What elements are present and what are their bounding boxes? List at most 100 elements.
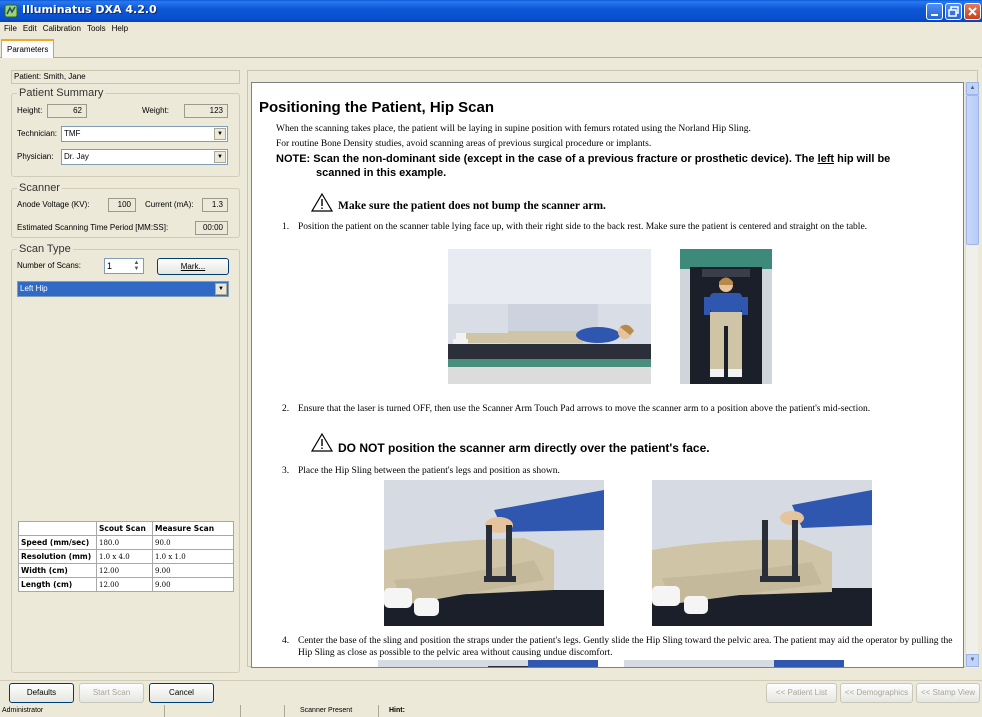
intro-paragraph-2: For routine Bone Density studies, avoid … xyxy=(276,139,652,149)
table-cell[interactable]: 1.0 x 1.0 xyxy=(152,549,234,564)
table-header-row: Scout Scan Measure Scan xyxy=(18,521,234,536)
intro-paragraph-1: When the scanning takes place, the patie… xyxy=(276,124,751,134)
voltage-value: 100 xyxy=(108,198,136,212)
step-4: 4. Center the base of the sling and posi… xyxy=(282,635,963,659)
status-empty-cell xyxy=(165,705,241,717)
num-scans-spinner[interactable]: 1 ▲ ▼ xyxy=(104,258,144,274)
app-icon xyxy=(4,4,18,18)
time-label: Estimated Scanning Time Period [MM:SS]: xyxy=(17,223,169,232)
stamp-view-button[interactable]: << Stamp View xyxy=(916,683,980,703)
table-row: Speed (mm/sec) 180.0 90.0 xyxy=(18,535,234,550)
menu-calibration[interactable]: Calibration xyxy=(40,22,84,35)
scan-type-title: Scan Type xyxy=(19,243,71,255)
status-empty-cell xyxy=(241,705,285,717)
step-3: 3. Place the Hip Sling between the patie… xyxy=(282,465,963,477)
menu-tools[interactable]: Tools xyxy=(84,22,109,35)
warning-icon xyxy=(311,193,333,212)
window-title: Illuminatus DXA 4.2.0 xyxy=(22,3,157,16)
tab-strip: Parameters xyxy=(0,36,982,58)
step-text: Position the patient on the scanner tabl… xyxy=(298,222,868,232)
menu-bar: File Edit Calibration Tools Help xyxy=(0,22,982,36)
menu-file[interactable]: File xyxy=(1,22,20,35)
patient-summary-title: Patient Summary xyxy=(19,87,104,99)
step-number: 4. xyxy=(282,636,290,646)
table-row-label: Width (cm) xyxy=(18,563,97,578)
defaults-button[interactable]: Defaults xyxy=(9,683,74,703)
table-cell[interactable]: 90.0 xyxy=(152,535,234,550)
patient-summary-group: Patient Summary Height: 62 Weight: 123 T… xyxy=(11,87,240,177)
table-row: Length (cm) 12.00 9.00 xyxy=(18,577,234,592)
table-cell[interactable]: 9.00 xyxy=(152,577,234,592)
patient-top-view-photo xyxy=(680,249,772,384)
scroll-down-icon[interactable]: ▼ xyxy=(966,654,979,667)
warning-icon xyxy=(311,433,333,452)
scan-type-select[interactable]: Left Hip ▼ xyxy=(17,281,229,297)
title-bar: Illuminatus DXA 4.2.0 xyxy=(0,0,982,22)
chevron-down-icon[interactable]: ▼ xyxy=(214,151,226,163)
step-number: 3. xyxy=(282,466,290,476)
patient-list-button[interactable]: << Patient List xyxy=(766,683,837,703)
maximize-button[interactable] xyxy=(945,3,962,20)
instructions-viewer[interactable]: Positioning the Patient, Hip Scan When t… xyxy=(251,82,964,668)
height-value: 62 xyxy=(47,104,87,118)
menu-edit[interactable]: Edit xyxy=(20,22,40,35)
scroll-up-icon[interactable]: ▲ xyxy=(966,82,979,95)
note-emphasis: left xyxy=(817,153,835,165)
status-scanner: Scanner Present xyxy=(285,705,379,717)
patient-name: Smith, Jane xyxy=(43,72,86,81)
table-header-cell: Measure Scan xyxy=(152,521,234,536)
table-row-label: Speed (mm/sec) xyxy=(18,535,97,550)
table-cell[interactable]: 1.0 x 4.0 xyxy=(96,549,153,564)
table-cell[interactable]: 12.00 xyxy=(96,563,153,578)
cancel-button[interactable]: Cancel xyxy=(149,683,214,703)
technician-value: TMF xyxy=(64,129,81,138)
note-line-2: scanned in this example. xyxy=(316,167,447,179)
weight-label: Weight: xyxy=(142,106,169,115)
status-bar: Administrator Scanner Present Hint: xyxy=(0,705,982,717)
minimize-button[interactable] xyxy=(926,3,943,20)
step-text: Ensure that the laser is turned OFF, the… xyxy=(298,404,871,414)
table-cell[interactable]: 180.0 xyxy=(96,535,153,550)
note-suffix: hip will be xyxy=(834,153,891,165)
demographics-button[interactable]: << Demographics xyxy=(840,683,913,703)
step-number: 2. xyxy=(282,404,290,414)
spinner-arrows-icon[interactable]: ▲ ▼ xyxy=(131,260,142,272)
current-label: Current (mA): xyxy=(145,200,194,209)
vertical-scrollbar[interactable]: ▲ ▼ xyxy=(965,82,979,668)
step-1: 1. Position the patient on the scanner t… xyxy=(282,221,963,233)
technician-select[interactable]: TMF ▼ xyxy=(61,126,228,142)
physician-select[interactable]: Dr. Jay ▼ xyxy=(61,149,228,165)
patient-label: Patient: xyxy=(14,72,42,81)
chevron-down-icon[interactable]: ▼ xyxy=(215,283,227,295)
close-icon xyxy=(968,7,977,16)
step-2: 2. Ensure that the laser is turned OFF, … xyxy=(282,403,963,415)
parameters-panel: Patient: Smith, Jane Patient Summary Hei… xyxy=(11,70,240,673)
table-cell[interactable]: 9.00 xyxy=(152,563,234,578)
status-user: Administrator xyxy=(0,705,165,717)
start-scan-button[interactable]: Start Scan xyxy=(79,683,144,703)
scrollbar-thumb[interactable] xyxy=(966,95,979,245)
weight-value: 123 xyxy=(184,104,228,118)
table-row-label: Resolution (mm) xyxy=(18,549,97,564)
scan-type-group: Scan Type Number of Scans: 1 ▲ ▼ Mark... … xyxy=(11,243,240,673)
table-cell[interactable]: 12.00 xyxy=(96,577,153,592)
technician-label: Technician: xyxy=(17,129,58,138)
tab-parameters[interactable]: Parameters xyxy=(1,39,55,58)
warning-arm-face: DO NOT position the scanner arm directly… xyxy=(338,441,710,455)
patient-side-view-photo xyxy=(448,249,651,384)
chevron-down-icon[interactable]: ▼ xyxy=(214,128,226,140)
current-value: 1.3 xyxy=(202,198,228,212)
table-row-label: Length (cm) xyxy=(18,577,97,592)
scanner-group: Scanner Anode Voltage (KV): 100 Current … xyxy=(11,182,240,238)
physician-value: Dr. Jay xyxy=(64,152,89,161)
minimize-icon xyxy=(931,14,938,16)
close-button[interactable] xyxy=(964,3,981,20)
time-value: 00:00 xyxy=(195,221,228,235)
step-text: Center the base of the sling and positio… xyxy=(298,636,953,658)
patient-row: Patient: Smith, Jane xyxy=(11,70,240,84)
mark-button[interactable]: Mark... xyxy=(157,258,229,275)
menu-help[interactable]: Help xyxy=(109,22,131,35)
num-scans-label: Number of Scans: xyxy=(17,261,82,270)
warning-bump-arm: Make sure the patient does not bump the … xyxy=(338,200,606,212)
document-heading: Positioning the Patient, Hip Scan xyxy=(259,99,495,116)
